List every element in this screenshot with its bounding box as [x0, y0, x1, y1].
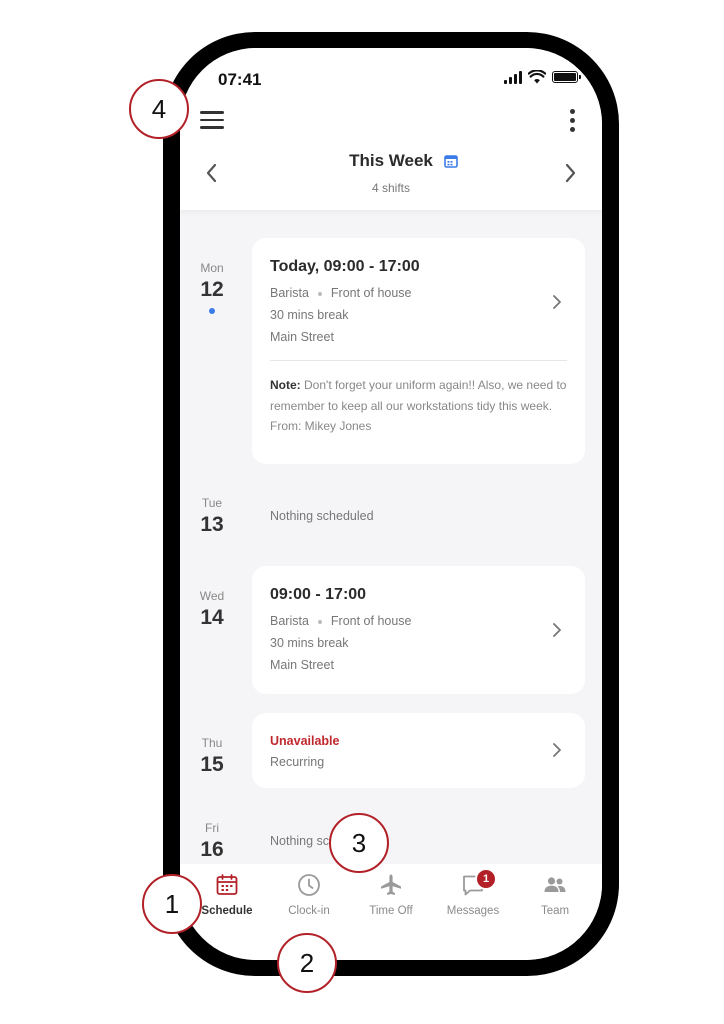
calendar-icon — [216, 874, 238, 895]
tab-label: Schedule — [201, 905, 253, 917]
day-name: Thu — [201, 736, 223, 750]
phone-screen: 07:41 This Week 4 shifts Mon 12 Today, 0… — [180, 48, 602, 960]
hamburger-menu-icon[interactable] — [200, 106, 228, 134]
more-options-icon[interactable] — [562, 106, 582, 134]
shift-location: Main Street — [270, 330, 334, 344]
shift-time: 09:00 - 17:00 — [270, 586, 367, 603]
shift-area: Front of house — [330, 614, 412, 628]
status-time: 07:41 — [218, 70, 262, 89]
day-label-thu: Thu 15 — [194, 736, 230, 777]
callout-4: 4 — [129, 79, 189, 139]
shift-card-mon[interactable]: Today, 09:00 - 17:00 Barista Front of hou… — [252, 238, 585, 464]
status-icons — [504, 70, 581, 84]
day-number: 14 — [200, 606, 224, 629]
shift-role-name: Barista — [270, 614, 309, 628]
next-week-chevron-icon[interactable] — [558, 158, 582, 188]
shift-card-wed[interactable]: 09:00 - 17:00 Barista Front of house 30 m… — [252, 566, 585, 694]
wifi-icon — [528, 70, 546, 84]
day-number: 15 — [200, 753, 224, 776]
shift-note: Note: Don't forget your uniform again!! … — [270, 375, 567, 437]
bottom-tab-bar: Schedule Clock-in Time Off 1 Messages Te… — [180, 864, 602, 960]
calendar-icon[interactable] — [444, 154, 458, 168]
tab-team[interactable]: Team — [514, 872, 596, 960]
day-number: 12 — [200, 278, 224, 301]
battery-icon — [552, 71, 581, 83]
day-label-wed: Wed 14 — [194, 589, 230, 630]
day-name: Mon — [200, 261, 224, 275]
clock-icon — [298, 874, 320, 896]
shift-time: Today, 09:00 - 17:00 — [270, 258, 420, 275]
unavailability-card-thu[interactable]: Unavailable Recurring — [252, 713, 585, 788]
tab-time-off[interactable]: Time Off — [350, 872, 432, 960]
callout-2: 2 — [277, 933, 337, 993]
day-label-tue: Tue 13 — [194, 496, 230, 537]
day-name: Tue — [201, 496, 223, 510]
day-number: 13 — [200, 513, 224, 536]
day-name: Wed — [199, 589, 225, 603]
shift-area: Front of house — [330, 286, 412, 300]
shift-break: 30 mins break — [270, 636, 349, 650]
shift-location: Main Street — [270, 658, 334, 672]
recurrence-text: Recurring — [270, 755, 325, 769]
callout-1: 1 — [142, 874, 202, 934]
day-label-fri: Fri 16 — [194, 821, 230, 862]
callout-3: 3 — [329, 813, 389, 873]
day-name: Fri — [205, 821, 219, 835]
note-text: Don't forget your uniform again!! Also, … — [270, 378, 567, 433]
card-divider — [270, 360, 567, 361]
day-label-mon: Mon 12 — [194, 261, 230, 314]
tab-messages[interactable]: 1 Messages — [432, 868, 514, 960]
note-label: Note: — [270, 378, 301, 392]
tab-label: Time Off — [369, 905, 413, 917]
tab-label: Team — [540, 905, 570, 917]
chevron-right-icon — [553, 743, 561, 757]
shift-count: 4 shifts — [371, 181, 410, 195]
shift-role: Barista Front of house — [270, 286, 567, 300]
day-number: 16 — [200, 838, 224, 861]
tab-label: Messages — [446, 905, 500, 917]
signal-icon — [504, 70, 522, 84]
shift-role-name: Barista — [270, 286, 309, 300]
app-header: 07:41 This Week 4 shifts — [180, 48, 602, 210]
nothing-scheduled-text: Nothing scheduled — [270, 509, 374, 523]
shift-role: Barista Front of house — [270, 614, 567, 628]
shift-break: 30 mins break — [270, 308, 349, 322]
tab-label: Clock-in — [288, 905, 330, 917]
week-title: This Week — [349, 151, 433, 170]
unread-badge: 1 — [475, 868, 497, 890]
airplane-icon — [381, 874, 401, 895]
people-icon — [544, 877, 566, 892]
unavailable-status: Unavailable — [270, 734, 340, 748]
today-indicator-dot — [209, 308, 215, 314]
chevron-right-icon — [553, 295, 561, 309]
chevron-right-icon — [553, 623, 561, 637]
